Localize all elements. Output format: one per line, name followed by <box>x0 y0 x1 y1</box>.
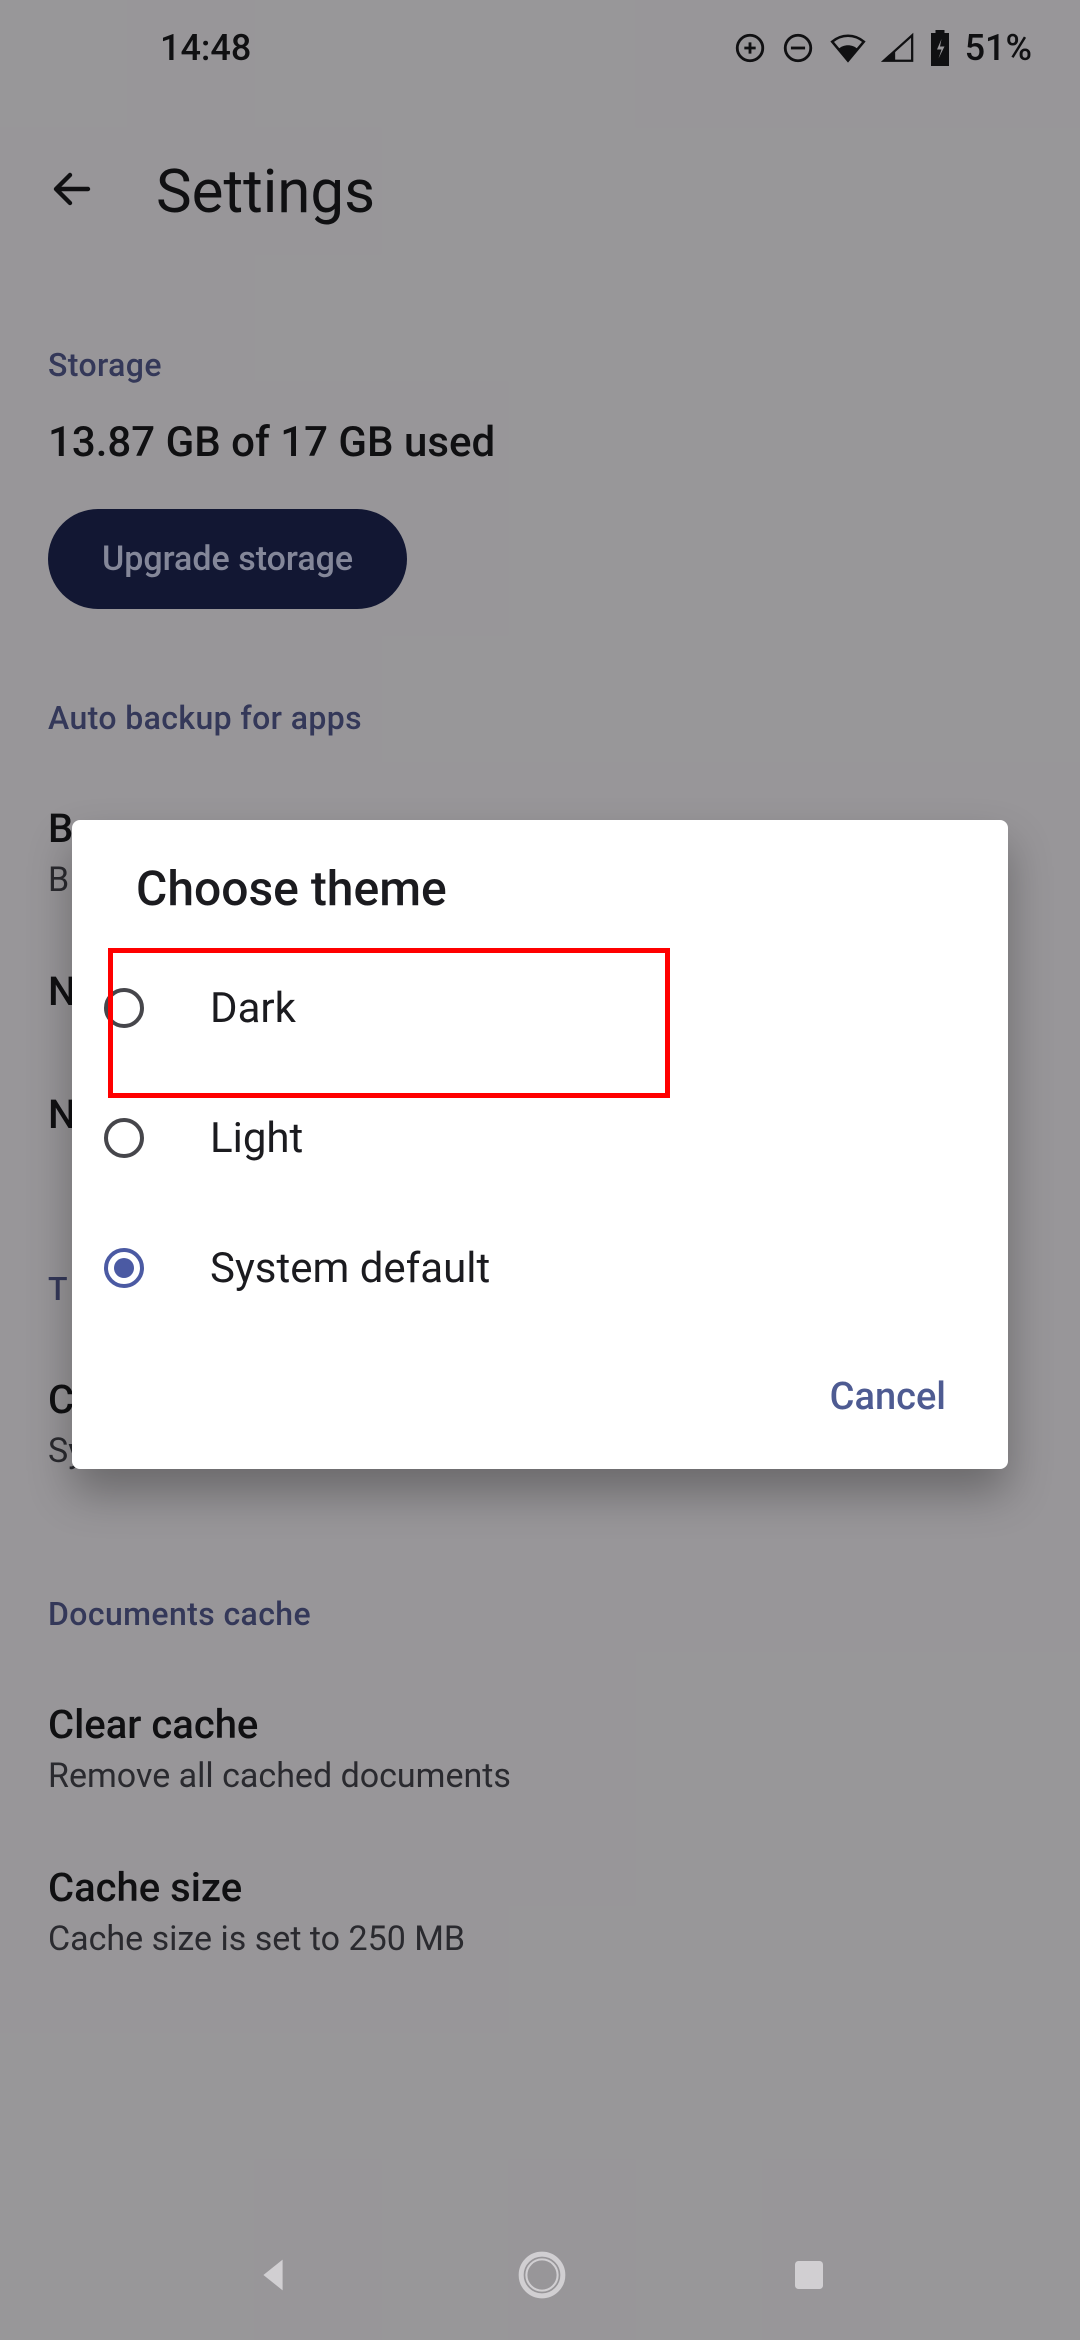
nav-back-icon[interactable] <box>250 2252 296 2298</box>
radio-unchecked-icon <box>102 986 146 1030</box>
cancel-button[interactable]: Cancel <box>812 1363 964 1431</box>
radio-unchecked-icon <box>102 1116 146 1160</box>
radio-label: Light <box>210 1114 303 1163</box>
system-nav-bar <box>0 2210 1080 2340</box>
nav-home-icon[interactable] <box>517 2250 567 2300</box>
radio-checked-icon <box>102 1246 146 1290</box>
theme-option-dark[interactable]: Dark <box>72 943 1008 1073</box>
radio-label: System default <box>210 1244 490 1293</box>
radio-label: Dark <box>210 984 296 1033</box>
theme-option-light[interactable]: Light <box>72 1073 1008 1203</box>
dialog-actions: Cancel <box>72 1333 1008 1443</box>
nav-recent-icon[interactable] <box>788 2254 830 2296</box>
dialog-title: Choose theme <box>72 860 1008 943</box>
choose-theme-dialog: Choose theme Dark Light System default C… <box>72 820 1008 1469</box>
theme-option-system-default[interactable]: System default <box>72 1203 1008 1333</box>
